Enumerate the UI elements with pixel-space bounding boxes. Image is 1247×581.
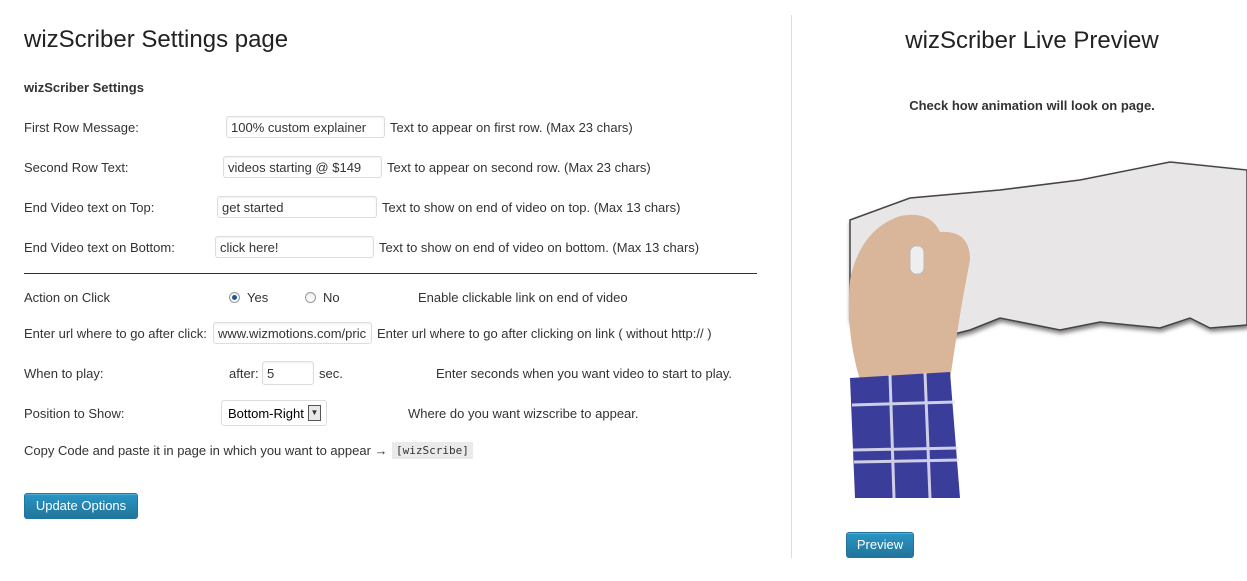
chevron-down-icon: ▼ bbox=[308, 405, 321, 421]
preview-title: wizScriber Live Preview bbox=[905, 27, 1159, 54]
radio-yes-label[interactable]: Yes bbox=[247, 290, 268, 306]
section-heading: wizScriber Settings bbox=[24, 80, 144, 95]
end-bottom-help: Text to show on end of video on bottom. … bbox=[379, 240, 700, 255]
url-label: Enter url where to go after click: bbox=[24, 326, 207, 341]
plaid-sleeve bbox=[850, 372, 960, 498]
play-prefix: after: bbox=[229, 366, 259, 381]
preview-subtitle: Check how animation will look on page. bbox=[909, 98, 1155, 113]
position-label: Position to Show: bbox=[24, 406, 125, 421]
first-row-label: First Row Message: bbox=[24, 120, 139, 135]
second-row-label: Second Row Text: bbox=[24, 160, 129, 175]
end-bottom-input[interactable] bbox=[215, 236, 374, 258]
end-top-input[interactable] bbox=[217, 196, 377, 218]
code-label: Copy Code and paste it in page in which … bbox=[24, 443, 388, 458]
first-row-input[interactable] bbox=[226, 116, 385, 138]
position-select[interactable]: Bottom-Right ▼ bbox=[221, 400, 327, 426]
play-suffix: sec. bbox=[319, 366, 343, 381]
radio-no-label[interactable]: No bbox=[323, 290, 340, 306]
play-seconds-input[interactable] bbox=[262, 361, 314, 385]
position-select-value: Bottom-Right bbox=[228, 406, 304, 421]
second-row-input[interactable] bbox=[223, 156, 382, 178]
preview-button[interactable]: Preview bbox=[846, 532, 914, 558]
vertical-divider bbox=[791, 15, 792, 558]
second-row-help: Text to appear on second row. (Max 23 ch… bbox=[387, 160, 651, 175]
radio-yes[interactable] bbox=[229, 292, 240, 303]
shortcode: [wizScribe] bbox=[392, 442, 473, 459]
action-help: Enable clickable link on end of video bbox=[418, 290, 628, 305]
separator bbox=[24, 273, 757, 274]
end-top-label: End Video text on Top: bbox=[24, 200, 155, 215]
page-title: wizScriber Settings page bbox=[24, 26, 289, 53]
play-label: When to play: bbox=[24, 366, 104, 381]
radio-no[interactable] bbox=[305, 292, 316, 303]
update-options-button[interactable]: Update Options bbox=[24, 493, 138, 519]
pen bbox=[909, 245, 925, 275]
action-label: Action on Click bbox=[24, 290, 110, 305]
url-input[interactable] bbox=[213, 322, 372, 344]
url-help: Enter url where to go after clicking on … bbox=[377, 326, 712, 341]
first-row-help: Text to appear on first row. (Max 23 cha… bbox=[390, 120, 633, 135]
position-help: Where do you want wizscribe to appear. bbox=[408, 406, 639, 421]
preview-animation-image bbox=[848, 161, 1247, 499]
end-top-help: Text to show on end of video on top. (Ma… bbox=[382, 200, 681, 215]
play-help: Enter seconds when you want video to sta… bbox=[436, 366, 733, 381]
end-bottom-label: End Video text on Bottom: bbox=[24, 240, 175, 255]
